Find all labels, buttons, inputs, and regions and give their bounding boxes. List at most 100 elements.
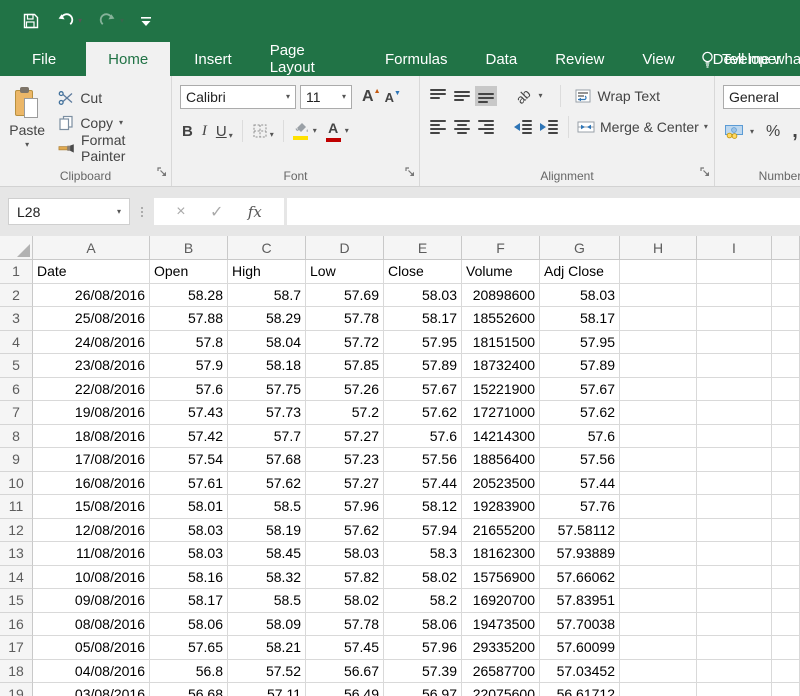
cell-h13[interactable]	[620, 542, 697, 566]
cell-c16[interactable]: 58.09	[228, 613, 306, 637]
cell-f6[interactable]: 15221900	[462, 378, 540, 402]
row-header-19[interactable]: 19	[0, 683, 33, 696]
cell-partial-4[interactable]	[772, 331, 800, 355]
fill-color-button[interactable]	[293, 122, 309, 140]
merge-center-dropdown[interactable]: ▾	[704, 123, 708, 131]
cell-c3[interactable]: 58.29	[228, 307, 306, 331]
cell-b15[interactable]: 58.17	[150, 589, 228, 613]
orientation-dropdown[interactable]: ▾	[538, 92, 542, 100]
decrease-indent-button[interactable]	[514, 120, 532, 134]
cell-i3[interactable]	[697, 307, 772, 331]
cell-f3[interactable]: 18552600	[462, 307, 540, 331]
cell-partial-13[interactable]	[772, 542, 800, 566]
row-header-16[interactable]: 16	[0, 613, 33, 637]
cell-partial-1[interactable]	[772, 260, 800, 284]
wrap-text-button[interactable]: Wrap Text	[575, 88, 660, 104]
paste-button[interactable]: Paste ▾	[0, 85, 54, 164]
cell-a14[interactable]: 10/08/2016	[33, 566, 150, 590]
cell-g14[interactable]: 57.66062	[540, 566, 620, 590]
row-header-8[interactable]: 8	[0, 425, 33, 449]
column-header-e[interactable]: E	[384, 236, 462, 260]
cell-h4[interactable]	[620, 331, 697, 355]
accounting-format-dropdown[interactable]: ▾	[750, 128, 754, 136]
cell-b13[interactable]: 58.03	[150, 542, 228, 566]
cell-i12[interactable]	[697, 519, 772, 543]
cell-a18[interactable]: 04/08/2016	[33, 660, 150, 684]
column-header-f[interactable]: F	[462, 236, 540, 260]
cell-i13[interactable]	[697, 542, 772, 566]
cell-c5[interactable]: 58.18	[228, 354, 306, 378]
cell-e9[interactable]: 57.56	[384, 448, 462, 472]
tab-page-layout[interactable]: Page Layout	[256, 42, 361, 76]
cell-e15[interactable]: 58.2	[384, 589, 462, 613]
cell-b5[interactable]: 57.9	[150, 354, 228, 378]
cell-d4[interactable]: 57.72	[306, 331, 384, 355]
cell-c2[interactable]: 58.7	[228, 284, 306, 308]
tab-file[interactable]: File	[12, 42, 76, 76]
cell-g9[interactable]: 57.56	[540, 448, 620, 472]
cell-partial-10[interactable]	[772, 472, 800, 496]
decrease-font-size-button[interactable]: A▼	[385, 90, 401, 105]
cell-i1[interactable]	[697, 260, 772, 284]
cell-g15[interactable]: 57.83951	[540, 589, 620, 613]
cell-d10[interactable]: 57.27	[306, 472, 384, 496]
cell-i10[interactable]	[697, 472, 772, 496]
increase-font-size-button[interactable]: A▲	[362, 88, 381, 106]
cell-g12[interactable]: 57.58112	[540, 519, 620, 543]
row-header-15[interactable]: 15	[0, 589, 33, 613]
tab-formulas[interactable]: Formulas	[371, 42, 462, 76]
select-all-corner[interactable]	[0, 236, 33, 260]
cell-i6[interactable]	[697, 378, 772, 402]
cell-h1[interactable]	[620, 260, 697, 284]
cell-c13[interactable]: 58.45	[228, 542, 306, 566]
cell-f9[interactable]: 18856400	[462, 448, 540, 472]
cell-b4[interactable]: 57.8	[150, 331, 228, 355]
cell-e4[interactable]: 57.95	[384, 331, 462, 355]
cell-f8[interactable]: 14214300	[462, 425, 540, 449]
cell-partial-14[interactable]	[772, 566, 800, 590]
cell-b10[interactable]: 57.61	[150, 472, 228, 496]
row-header-11[interactable]: 11	[0, 495, 33, 519]
cell-partial-2[interactable]	[772, 284, 800, 308]
formula-input[interactable]	[287, 198, 800, 225]
cell-c8[interactable]: 57.7	[228, 425, 306, 449]
cell-a16[interactable]: 08/08/2016	[33, 613, 150, 637]
accounting-format-button[interactable]: ▾	[725, 125, 754, 139]
cell-h10[interactable]	[620, 472, 697, 496]
cell-d18[interactable]: 56.67	[306, 660, 384, 684]
font-color-button[interactable]: A	[326, 121, 341, 142]
cell-a8[interactable]: 18/08/2016	[33, 425, 150, 449]
percent-style-button[interactable]: %	[766, 123, 780, 141]
cell-g3[interactable]: 58.17	[540, 307, 620, 331]
cell-i2[interactable]	[697, 284, 772, 308]
cell-g4[interactable]: 57.95	[540, 331, 620, 355]
align-center-button[interactable]	[454, 120, 470, 134]
cell-b3[interactable]: 57.88	[150, 307, 228, 331]
cell-a7[interactable]: 19/08/2016	[33, 401, 150, 425]
cell-d12[interactable]: 57.62	[306, 519, 384, 543]
cell-d5[interactable]: 57.85	[306, 354, 384, 378]
cell-h17[interactable]	[620, 636, 697, 660]
cell-h6[interactable]	[620, 378, 697, 402]
row-header-18[interactable]: 18	[0, 660, 33, 684]
row-header-3[interactable]: 3	[0, 307, 33, 331]
align-right-button[interactable]	[478, 120, 494, 134]
column-header-i[interactable]: I	[697, 236, 772, 260]
copy-button[interactable]: Copy ▾	[54, 112, 171, 133]
cut-button[interactable]: Cut	[54, 87, 171, 108]
cell-f7[interactable]: 17271000	[462, 401, 540, 425]
cell-a13[interactable]: 11/08/2016	[33, 542, 150, 566]
row-header-14[interactable]: 14	[0, 566, 33, 590]
cell-b9[interactable]: 57.54	[150, 448, 228, 472]
cell-i18[interactable]	[697, 660, 772, 684]
cell-h8[interactable]	[620, 425, 697, 449]
cell-partial-6[interactable]	[772, 378, 800, 402]
cell-f4[interactable]: 18151500	[462, 331, 540, 355]
cell-g8[interactable]: 57.6	[540, 425, 620, 449]
bottom-align-button[interactable]	[478, 89, 494, 103]
cell-c11[interactable]: 58.5	[228, 495, 306, 519]
cell-h5[interactable]	[620, 354, 697, 378]
column-header-h[interactable]: H	[620, 236, 697, 260]
name-box[interactable]: L28 ▾	[8, 198, 130, 225]
cell-e12[interactable]: 57.94	[384, 519, 462, 543]
